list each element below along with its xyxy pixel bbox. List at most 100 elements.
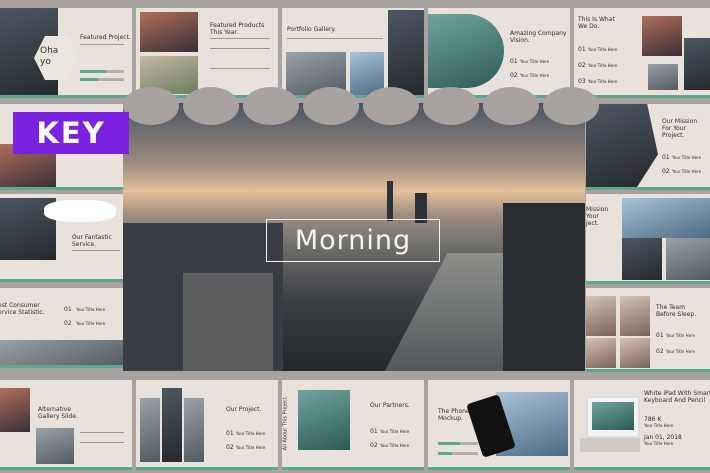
photo	[622, 198, 710, 238]
item-number: 01	[226, 430, 234, 437]
photo	[684, 38, 710, 90]
progress-bar	[80, 70, 124, 73]
slide-title: Mission Your ject.	[586, 206, 609, 228]
slide-title: Our Fantastic Service.	[72, 234, 112, 249]
item-number: 01	[578, 46, 586, 53]
item-number: 02	[510, 72, 518, 79]
item-title: Your Title Here	[666, 333, 696, 338]
keyboard	[580, 438, 640, 452]
ipad-screen	[592, 402, 634, 430]
slide-ipad: White iPad With Smart Keyboard And Penci…	[574, 380, 710, 470]
item-title: Your Title Here	[672, 169, 702, 174]
divider	[287, 38, 383, 39]
photo	[298, 390, 350, 450]
photo	[428, 14, 504, 88]
divider	[80, 442, 124, 443]
date-label: Your Title Here	[644, 441, 674, 446]
hero-title: Morning	[266, 219, 440, 262]
photo	[642, 16, 682, 56]
item-number: 01	[510, 58, 518, 65]
item-title: Your Title Here	[380, 429, 410, 434]
overlay-text: Oha yo	[40, 46, 59, 67]
slide-fantastic-service: Our Fantastic Service.	[0, 194, 126, 282]
portrait-photo	[620, 296, 650, 336]
slide-title: Our Mission For Your Project.	[662, 118, 698, 140]
item-title: Your Title Here	[672, 155, 702, 160]
brush-accent	[44, 200, 116, 222]
slide-featured-products: Featured Products This Year.	[136, 8, 278, 98]
ipad-device	[586, 396, 640, 438]
slide-our-project: Our Project. 01 Your Title Here 02 Your …	[136, 380, 278, 470]
slide-alt-gallery: Alternative Gallery Slide.	[0, 380, 132, 470]
building	[503, 203, 585, 371]
slide-team: The Team Before Sleep. 01 Your Title Her…	[586, 288, 710, 372]
slide-title: Featured Project.	[80, 34, 131, 41]
slide-phone-mockup: The Phone Mockup.	[428, 380, 570, 470]
photo	[184, 398, 204, 462]
photo	[140, 12, 198, 52]
item-number: 02	[226, 444, 234, 451]
price-label: Your Title Here	[644, 423, 674, 428]
slide-mission: Our Mission For Your Project. 01 Your Ti…	[586, 104, 710, 190]
photo	[388, 10, 424, 95]
item-title: Your Title Here	[236, 431, 266, 436]
slide-title: Alternative Gallery Slide.	[38, 406, 78, 421]
photo	[0, 388, 30, 432]
item-title: Your Title Here	[520, 73, 550, 78]
photo	[162, 388, 182, 462]
item-number: 02	[64, 320, 72, 327]
photo	[666, 238, 710, 280]
slide-featured-project: Oha yo Featured Project.	[0, 8, 132, 98]
slide-portfolio-gallery: Portfolio Gallery.	[282, 8, 424, 98]
item-number: 03	[578, 78, 586, 85]
item-title: Your Title Here	[666, 349, 696, 354]
item-title: Your Title Here	[236, 445, 266, 450]
portrait-photo	[620, 338, 650, 368]
progress-bar	[438, 452, 478, 455]
item-number: 02	[370, 442, 378, 449]
slide-title: Our Project.	[226, 406, 262, 413]
divider	[210, 48, 270, 49]
slide-title: Our Partners.	[370, 402, 410, 409]
scalloped-awning	[123, 87, 599, 125]
item-number: 01	[662, 154, 670, 161]
item-title: Your Title Here	[588, 79, 618, 84]
slide-title: Featured Products This Year.	[210, 22, 265, 37]
slide-title: Amazing Company Vision.	[510, 30, 567, 45]
slide-what-we-do: This Is What We Do. 01 Your Title Here 0…	[574, 8, 710, 98]
item-title: Your Title Here	[380, 443, 410, 448]
slide-title: This Is What We Do.	[578, 16, 615, 31]
item-number: 02	[662, 168, 670, 175]
item-title: Your Title Here	[76, 321, 106, 326]
item-number: 02	[656, 348, 664, 355]
item-number: 01	[370, 428, 378, 435]
item-number: 02	[578, 62, 586, 69]
item-title: Your Title Here	[588, 47, 618, 52]
key-badge: KEY	[13, 112, 129, 154]
slide-title: The Phone Mockup.	[438, 408, 470, 423]
item-title: Your Title Here	[76, 307, 106, 312]
progress-bar	[438, 442, 478, 445]
photo	[36, 428, 74, 464]
item-number: 01	[656, 332, 664, 339]
photo	[622, 238, 662, 280]
photo	[140, 398, 160, 462]
divider	[80, 432, 124, 433]
slide-title: The Team Before Sleep.	[656, 304, 697, 319]
slide-partners: All About This Project. Our Partners. 01…	[282, 380, 424, 470]
divider	[210, 68, 270, 69]
divider	[80, 44, 124, 45]
slide-mission-partial: Mission Your ject.	[586, 194, 710, 284]
progress-bar	[80, 78, 124, 81]
portrait-photo	[586, 296, 616, 336]
item-number: 01	[64, 306, 72, 313]
divider	[72, 250, 120, 251]
slide-title: est Consumer ervice Statistic.	[0, 302, 45, 317]
item-title: Your Title Here	[520, 59, 550, 64]
divider	[210, 38, 270, 39]
slide-title: White iPad With Smart Keyboard And Penci…	[644, 390, 710, 405]
slide-consumer-statistic: est Consumer ervice Statistic. 01 Your T…	[0, 288, 126, 368]
slide-title: Portfolio Gallery.	[287, 26, 337, 33]
city-photo	[586, 104, 658, 187]
building	[183, 273, 273, 371]
